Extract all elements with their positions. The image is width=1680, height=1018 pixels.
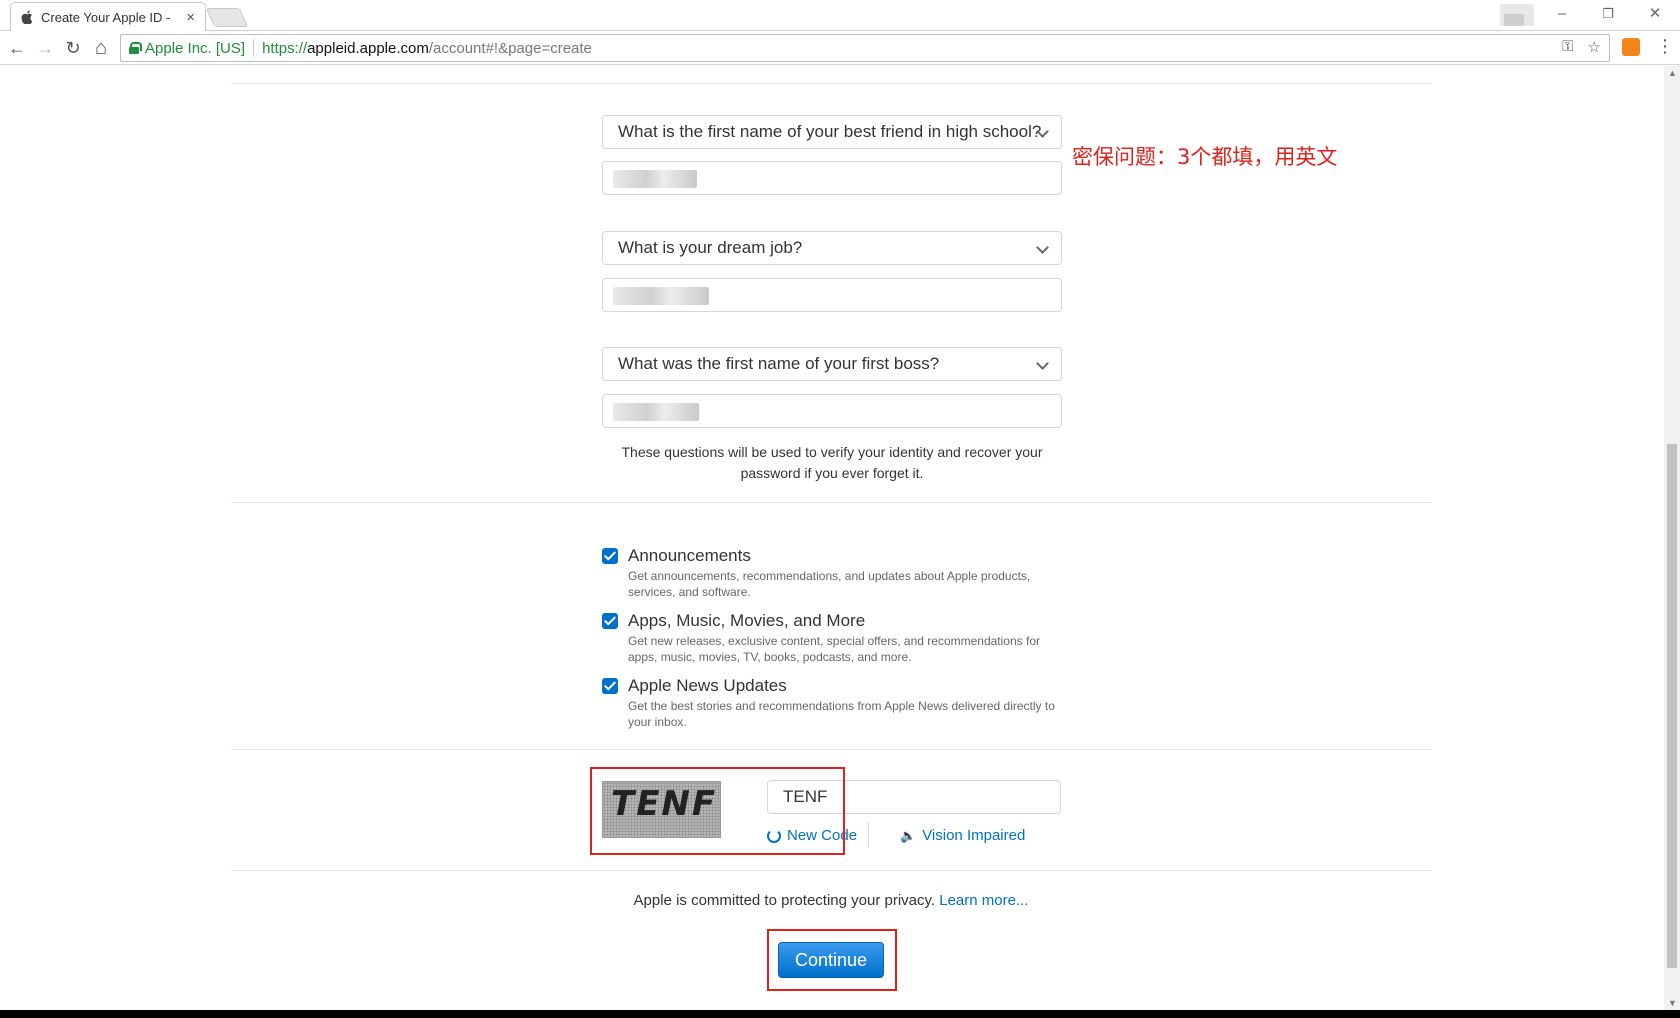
divider <box>868 822 869 848</box>
tab-close-icon[interactable]: × <box>186 9 195 26</box>
security-question-2-select[interactable]: What is your dream job? <box>602 231 1062 265</box>
annotation-note: 密保问题：3个都填，用英文 <box>1072 145 1338 169</box>
bookmark-star-icon[interactable]: ☆ <box>1588 38 1601 56</box>
os-taskbar <box>0 1010 1680 1018</box>
scroll-thumb[interactable] <box>1667 444 1677 968</box>
key-icon[interactable]: ⚿ <box>1562 38 1573 56</box>
tab-title: Create Your Apple ID - <box>41 9 171 25</box>
security-question-3-select[interactable]: What was the first name of your first bo… <box>602 347 1062 381</box>
security-question-1-select[interactable]: What is the first name of your best frie… <box>602 115 1062 149</box>
profile-avatar[interactable] <box>1500 4 1534 26</box>
subscription-apps-music: Apps, Music, Movies, and More Get new re… <box>602 611 1072 665</box>
scroll-down-icon[interactable]: ▼ <box>1668 998 1677 1008</box>
privacy-text: Apple is committed to protecting your pr… <box>633 892 936 909</box>
url-host: appleid.apple.com <box>307 39 429 57</box>
subscription-title: Apple News Updates <box>628 676 787 695</box>
security-question-2-text: What is your dream job? <box>618 238 803 257</box>
apple-logo-icon <box>21 10 33 24</box>
chevron-down-icon <box>1036 357 1049 370</box>
subscription-description: Get announcements, recommendations, and … <box>628 569 1031 599</box>
minimize-icon[interactable]: – <box>1542 2 1582 26</box>
subscription-news: Apple News Updates Get the best stories … <box>602 676 1072 730</box>
divider <box>231 83 1431 84</box>
subscription-title: Announcements <box>628 546 751 565</box>
reload-icon[interactable]: ↻ <box>62 37 84 59</box>
divider <box>231 749 1431 750</box>
apps-music-checkbox[interactable] <box>602 613 618 629</box>
browser-menu-icon[interactable]: ⋮ <box>1656 36 1674 57</box>
redacted-answer <box>613 403 699 421</box>
security-label: Apple Inc. [US] <box>145 39 246 57</box>
security-answer-1-input[interactable] <box>602 161 1062 195</box>
subscription-title: Apps, Music, Movies, and More <box>628 611 866 630</box>
security-question-3-text: What was the first name of your first bo… <box>618 354 940 373</box>
new-tab-button[interactable] <box>205 8 249 27</box>
annotation-highlight-captcha <box>590 767 845 855</box>
subscription-description: Get new releases, exclusive content, spe… <box>628 634 1040 664</box>
subscription-description: Get the best stories and recommendations… <box>628 699 1055 729</box>
vision-impaired-label: Vision Impaired <box>922 827 1026 844</box>
learn-more-link[interactable]: Learn more... <box>939 892 1028 909</box>
annotation-highlight-continue <box>767 929 897 991</box>
home-icon[interactable]: ⌂ <box>90 37 112 59</box>
security-answer-2-input[interactable] <box>602 278 1062 312</box>
tab-strip: Create Your Apple ID - × – ❐ ✕ <box>0 0 1680 31</box>
restore-icon[interactable]: ❐ <box>1588 2 1628 26</box>
security-answer-3-input[interactable] <box>602 394 1062 428</box>
announcements-checkbox[interactable] <box>602 548 618 564</box>
security-question-1-text: What is the first name of your best frie… <box>618 122 1042 141</box>
forward-icon[interactable]: → <box>34 37 56 59</box>
url-path: /account#!&page=create <box>428 39 592 57</box>
address-bar[interactable]: Apple Inc. [US] https://appleid.apple.co… <box>120 34 1610 62</box>
privacy-statement: Apple is committed to protecting your pr… <box>231 892 1431 909</box>
divider <box>231 870 1431 871</box>
redacted-answer <box>613 170 697 188</box>
speaker-icon: 🔈 <box>900 827 917 843</box>
redacted-answer <box>613 287 709 305</box>
browser-toolbar: ← → ↻ ⌂ Apple Inc. [US] https://appleid.… <box>0 31 1680 65</box>
divider <box>231 502 1431 503</box>
close-window-icon[interactable]: ✕ <box>1635 2 1675 26</box>
chevron-down-icon <box>1036 241 1049 254</box>
scroll-up-icon[interactable]: ▲ <box>1668 68 1677 78</box>
vision-impaired-link[interactable]: 🔈 Vision Impaired <box>900 827 1025 844</box>
url-protocol: https:// <box>262 39 308 57</box>
page-scrollbar[interactable]: ▲ ▼ <box>1664 66 1680 1010</box>
browser-tab[interactable]: Create Your Apple ID - × <box>10 2 206 31</box>
news-checkbox[interactable] <box>602 678 618 694</box>
subscription-announcements: Announcements Get announcements, recomme… <box>602 546 1072 600</box>
back-icon[interactable]: ← <box>6 37 28 59</box>
security-help-text: These questions will be used to verify y… <box>621 444 1043 481</box>
divider <box>253 39 255 57</box>
lock-icon <box>129 42 142 54</box>
extension-fox-icon[interactable] <box>1622 38 1640 56</box>
page-content: What is the first name of your best frie… <box>0 66 1664 1010</box>
